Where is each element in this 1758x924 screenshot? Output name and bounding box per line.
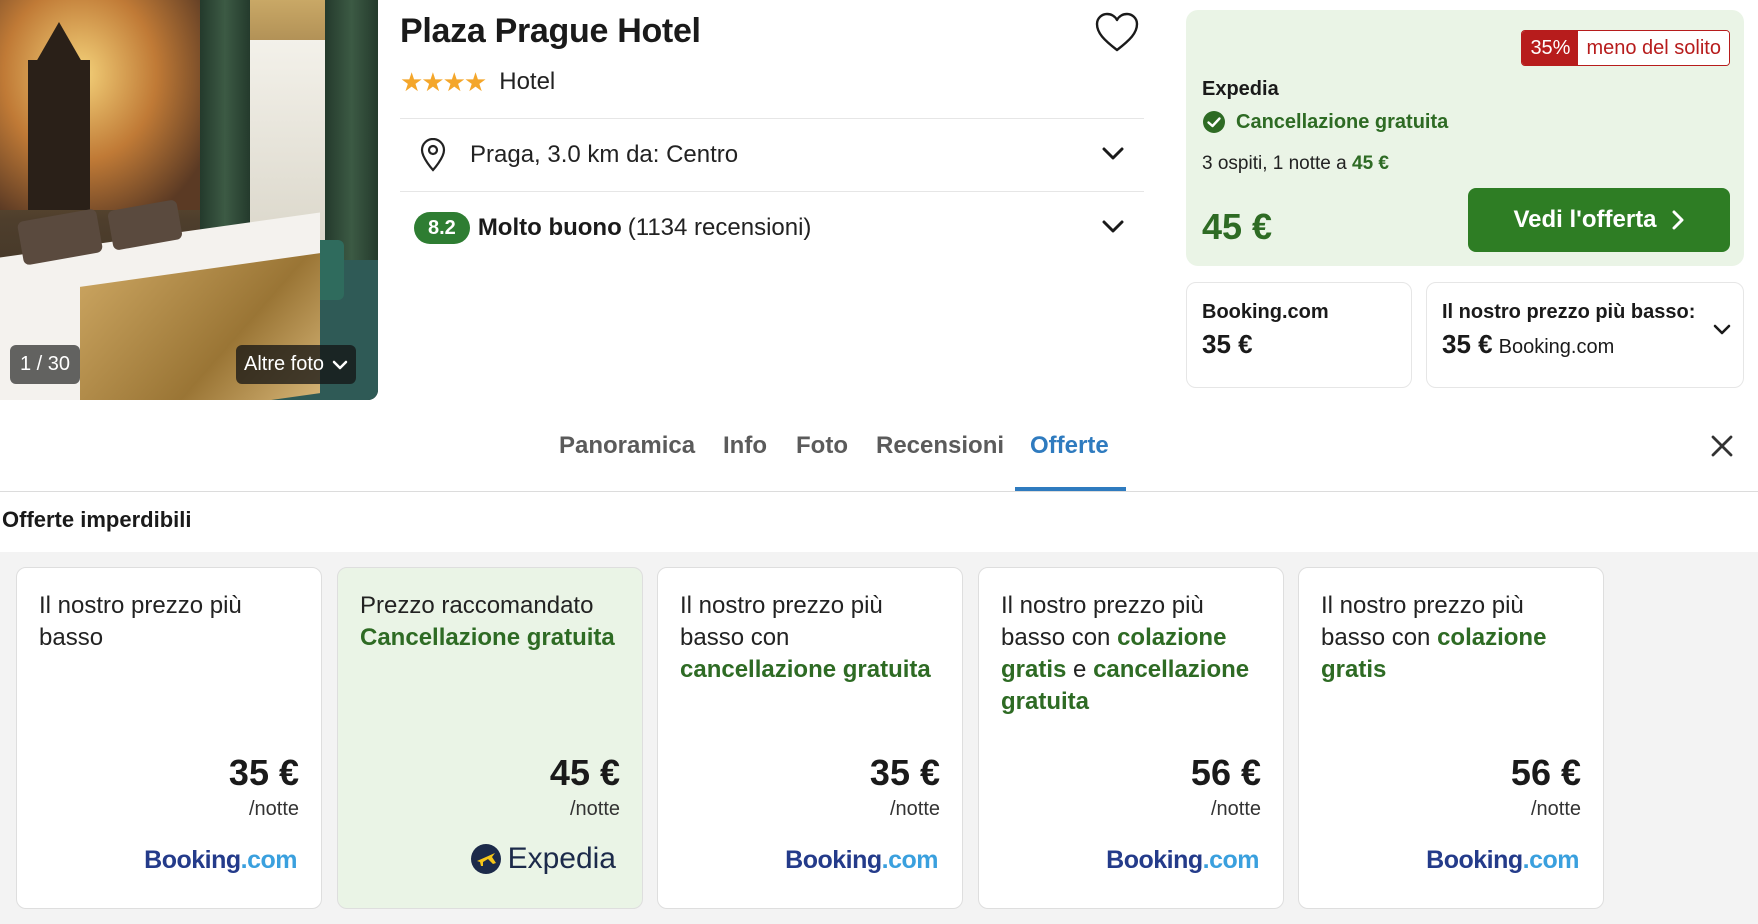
hotel-rating-row: ★★★★ Hotel: [400, 68, 555, 96]
expedia-plane-icon: [470, 844, 501, 874]
chevron-down-icon: [1102, 147, 1124, 160]
discount-text: meno del solito: [1578, 31, 1729, 65]
best-deal-box: 35% meno del solito Expedia Cancellazion…: [1186, 10, 1744, 266]
photo-counter: 1 / 30: [10, 345, 81, 384]
hotel-type: Hotel: [499, 68, 556, 95]
offer-title: Il nostro prezzo più basso: [39, 590, 305, 654]
lowest-price-value: 35 €: [1442, 329, 1493, 359]
booking-price-title: Booking.com: [1202, 301, 1329, 323]
location-text: Praga, 3.0 km da: Centro: [470, 140, 739, 168]
lowest-price-provider: Booking.com: [1498, 336, 1615, 358]
deal-guests: 3 ospiti, 1 notte a 45 €: [1202, 153, 1389, 175]
score-badge: 8.2: [414, 211, 470, 244]
offer-price: 56 €: [1190, 752, 1261, 793]
close-icon[interactable]: [1710, 434, 1734, 458]
offer-title-text: Il nostro prezzo più basso con: [680, 592, 883, 651]
section-title: Offerte imperdibili: [2, 507, 192, 532]
chevron-down-icon: [332, 360, 348, 369]
deal-provider: Expedia: [1202, 78, 1279, 100]
star-rating: ★★★★: [400, 67, 487, 97]
hotel-name: Plaza Prague Hotel: [400, 12, 701, 50]
tab-offerte[interactable]: Offerte: [1030, 432, 1109, 460]
lowest-price-box[interactable]: Il nostro prezzo più basso: 35 € Booking.…: [1426, 282, 1744, 388]
offer-unit: /notte: [889, 798, 940, 820]
tab-foto[interactable]: Foto: [796, 432, 848, 460]
lowest-price: 35 € Booking.com: [1442, 329, 1614, 360]
location-pin-icon: [420, 137, 446, 172]
offer-card[interactable]: Il nostro prezzo più basso con cancellaz…: [657, 567, 963, 909]
offer-price: 56 €: [1510, 752, 1581, 793]
expedia-logo: Expedia: [470, 842, 616, 876]
offer-price: 35 €: [869, 752, 940, 793]
score-label: Molto buono: [477, 213, 622, 241]
offer-card[interactable]: Il nostro prezzo più basso con colazione…: [1298, 567, 1604, 909]
location-row[interactable]: Praga, 3.0 km da: Centro: [400, 118, 1144, 190]
view-offer-button[interactable]: Vedi l'offerta: [1468, 188, 1730, 252]
booking-price: 35 €: [1202, 329, 1253, 359]
offer-card-recommended[interactable]: Prezzo raccomandato Cancellazione gratui…: [337, 567, 643, 909]
offer-title: Prezzo raccomandato Cancellazione gratui…: [360, 590, 626, 654]
tab-bar: Panoramica Info Foto Recensioni Offerte: [0, 404, 1758, 492]
discount-badge: 35% meno del solito: [1521, 30, 1730, 66]
offer-title-text: Prezzo raccomandato: [360, 592, 594, 619]
booking-logo: Booking.com: [785, 846, 938, 874]
view-offer-label: Vedi l'offerta: [1513, 206, 1657, 233]
offer-title-text: Il nostro prezzo più basso: [39, 592, 242, 651]
offer-unit: /notte: [1210, 798, 1261, 820]
lowest-price-title: Il nostro prezzo più basso:: [1442, 301, 1696, 323]
offer-title-highlight: cancellazione gratuita: [680, 656, 931, 683]
offer-title: Il nostro prezzo più basso con colazione…: [1001, 590, 1267, 718]
reviews-row[interactable]: 8.2 Molto buono (1134 recensioni): [400, 191, 1144, 263]
chevron-right-icon: [1672, 210, 1684, 230]
review-count: (1134 recensioni): [627, 213, 812, 241]
free-cancellation-label: Cancellazione gratuita: [1236, 110, 1449, 133]
offer-unit: /notte: [569, 798, 620, 820]
offer-price: 35 €: [228, 752, 299, 793]
hotel-photo[interactable]: 1 / 30 Altre foto: [0, 0, 378, 400]
offer-price: 45 €: [549, 752, 620, 793]
discount-percent: 35%: [1522, 31, 1579, 65]
offer-card[interactable]: Il nostro prezzo più basso 35 € /notte B…: [16, 567, 322, 909]
booking-price-box[interactable]: Booking.com 35 €: [1186, 282, 1412, 388]
tab-info[interactable]: Info: [723, 432, 767, 460]
offer-unit: /notte: [248, 798, 299, 820]
tab-panoramica[interactable]: Panoramica: [559, 432, 695, 460]
free-cancellation: Cancellazione gratuita: [1202, 110, 1448, 134]
deal-guests-text: 3 ospiti, 1 notte a: [1202, 153, 1347, 174]
more-photos-button[interactable]: Altre foto: [236, 345, 357, 384]
chevron-down-icon: [1713, 324, 1731, 335]
offer-title: Il nostro prezzo più basso con cancellaz…: [680, 590, 946, 686]
heart-icon[interactable]: [1094, 10, 1140, 56]
deal-price: 45 €: [1202, 206, 1273, 247]
expedia-logo-text: Expedia: [507, 842, 616, 875]
active-tab-indicator: [1015, 487, 1126, 491]
offer-title: Il nostro prezzo più basso con colazione…: [1321, 590, 1587, 686]
chevron-down-icon: [1102, 220, 1124, 233]
booking-logo: Booking.com: [1426, 846, 1579, 874]
booking-logo: Booking.com: [1106, 846, 1259, 874]
offer-title-highlight: Cancellazione gratuita: [360, 624, 615, 651]
offer-title-conjunction: e: [1073, 656, 1087, 683]
deal-guests-price: 45 €: [1352, 153, 1389, 174]
offer-unit: /notte: [1530, 798, 1581, 820]
check-circle-icon: [1203, 111, 1225, 133]
offer-card[interactable]: Il nostro prezzo più basso con colazione…: [978, 567, 1284, 909]
tab-recensioni[interactable]: Recensioni: [876, 432, 1004, 460]
booking-logo: Booking.com: [144, 846, 297, 874]
more-photos-label: Altre foto: [244, 353, 325, 375]
